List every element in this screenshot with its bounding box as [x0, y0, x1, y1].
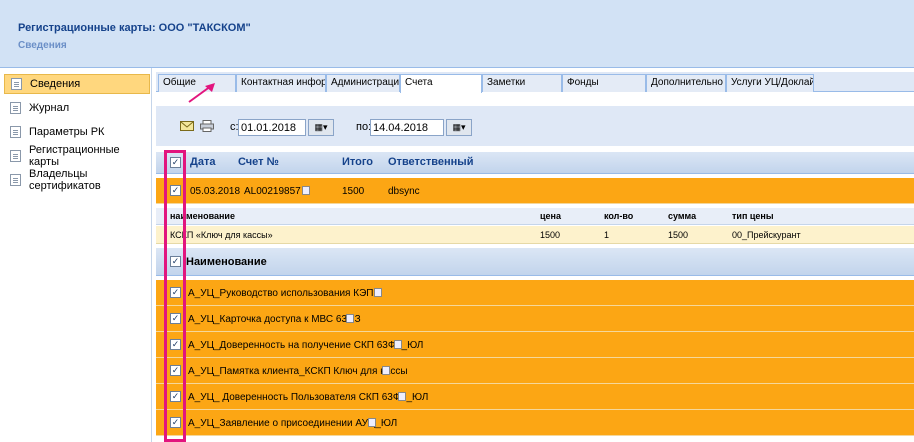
- sidebar-item-cert-owners[interactable]: Владельцы сертификатов: [4, 168, 150, 192]
- column-responsible[interactable]: Ответственный: [388, 156, 473, 168]
- row-date: 05.03.2018: [190, 186, 241, 197]
- page-header: Регистрационные карты: ООО "ТАКСКОМ" Све…: [0, 0, 914, 68]
- sidebar-item-label: Журнал: [29, 102, 70, 114]
- date-to-input[interactable]: [370, 119, 444, 136]
- sidebar: Сведения Журнал Параметры РК Регистрацио…: [0, 68, 152, 442]
- annotation-highlight-box: [164, 150, 186, 442]
- doc-icon: [10, 150, 21, 162]
- list-item[interactable]: ✓ А_УЦ_Заявление о присоединении АУЦ_ЮЛ: [156, 410, 914, 436]
- detail-header: наименование цена кол-во сумма тип цены: [156, 208, 914, 225]
- toolbar: с: ▦▾ по: ▦▾: [156, 106, 914, 146]
- app-root: Регистрационные карты: ООО "ТАКСКОМ" Све…: [0, 0, 914, 442]
- docs-grid-header: ✓ Наименование: [156, 248, 914, 276]
- tab-additional[interactable]: Дополнительно: [646, 74, 726, 92]
- tab-bar: Общие Контактная инфорн Администрация Сч…: [156, 72, 914, 93]
- detail-col-sum: сумма: [668, 211, 697, 221]
- row-total: 1500: [342, 186, 365, 197]
- tab-notes[interactable]: Заметки: [482, 74, 562, 92]
- list-item[interactable]: ✓ А_УЦ_ Доверенность Пользователя СКП 63…: [156, 384, 914, 410]
- print-icon[interactable]: [368, 418, 376, 427]
- print-icon[interactable]: [302, 186, 310, 195]
- arrow-icon: [188, 83, 215, 103]
- doc-name: А_УЦ_Доверенность на получение СКП 63ФЗ_…: [188, 340, 424, 351]
- detail-sum: 1500: [668, 230, 689, 240]
- tab-accounts[interactable]: Счета: [400, 74, 482, 93]
- sidebar-item-label: Владельцы сертификатов: [29, 168, 101, 192]
- date-to-label: по:: [356, 121, 372, 133]
- print-icon[interactable]: [346, 314, 354, 323]
- column-total[interactable]: Итого: [342, 156, 373, 168]
- row-account: AL00219857: [244, 186, 301, 197]
- email-icon[interactable]: [180, 120, 194, 132]
- print-icon[interactable]: [394, 340, 402, 349]
- print-icon[interactable]: [382, 366, 390, 375]
- doc-icon: [10, 126, 21, 138]
- tab-contacts[interactable]: Контактная инфорн: [236, 74, 326, 92]
- tab-administration[interactable]: Администрация: [326, 74, 400, 92]
- tab-services[interactable]: Услуги УЦ/Доклайн: [726, 74, 814, 92]
- sidebar-item-label: Параметры РК: [29, 126, 105, 138]
- print-icon[interactable]: [398, 392, 406, 401]
- sidebar-item-svedeniya[interactable]: Сведения: [4, 74, 150, 94]
- doc-name: А_УЦ_Памятка клиента_КСКП Ключ для кассы: [188, 366, 408, 377]
- sidebar-item-label: Сведения: [30, 78, 81, 90]
- doc-icon: [11, 78, 22, 90]
- list-item[interactable]: ✓ А_УЦ_Памятка клиента_КСКП Ключ для кас…: [156, 358, 914, 384]
- list-item[interactable]: ✓ А_УЦ_Карточка доступа к МВС 63ФЗ: [156, 306, 914, 332]
- table-row[interactable]: ✓ 05.03.2018 AL00219857 1500 dbsync: [156, 178, 914, 204]
- doc-name: А_УЦ_Карточка доступа к МВС 63ФЗ: [188, 314, 361, 325]
- detail-price-type: 00_Прейскурант: [732, 230, 801, 240]
- detail-col-qty: кол-во: [604, 211, 634, 221]
- calendar-icon[interactable]: ▦▾: [308, 119, 334, 136]
- detail-col-price-type: тип цены: [732, 211, 774, 221]
- detail-row[interactable]: КСКП «Ключ для кассы» 1500 1 1500 00_Пре…: [156, 226, 914, 244]
- column-account[interactable]: Счет №: [238, 156, 279, 168]
- list-item[interactable]: ✓ А_УЦ_Доверенность на получение СКП 63Ф…: [156, 332, 914, 358]
- page-subtitle: Сведения: [18, 40, 67, 51]
- sidebar-item-reg-cards[interactable]: Регистрационные карты: [4, 144, 150, 168]
- docs-column-name[interactable]: Наименование: [186, 256, 267, 268]
- sidebar-item-label: Регистрационные карты: [29, 144, 120, 168]
- row-responsible: dbsync: [388, 186, 420, 197]
- column-date[interactable]: Дата: [190, 156, 215, 168]
- tab-funds[interactable]: Фонды: [562, 74, 646, 92]
- sidebar-item-journal[interactable]: Журнал: [4, 98, 150, 118]
- calendar-icon[interactable]: ▦▾: [446, 119, 472, 136]
- doc-name: А_УЦ_Руководство использования КЭП: [188, 288, 374, 299]
- doc-icon: [10, 174, 21, 186]
- detail-qty: 1: [604, 230, 610, 240]
- page-title: Регистрационные карты: ООО "ТАКСКОМ": [18, 22, 251, 34]
- detail-price: 1500: [540, 230, 561, 240]
- doc-icon: [10, 102, 21, 114]
- detail-col-price: цена: [540, 211, 561, 221]
- accounts-grid-header: ✓ Дата Счет № Итого Ответственный: [156, 152, 914, 174]
- print-icon[interactable]: [374, 288, 382, 297]
- doc-name: А_УЦ_Заявление о присоединении АУЦ_ЮЛ: [188, 418, 398, 429]
- print-icon[interactable]: [200, 120, 214, 132]
- list-item[interactable]: ✓ А_УЦ_Руководство использования КЭП: [156, 280, 914, 306]
- sidebar-item-parameters[interactable]: Параметры РК: [4, 122, 150, 142]
- doc-name: А_УЦ_ Доверенность Пользователя СКП 63ФЗ…: [188, 392, 429, 403]
- date-from-input[interactable]: [238, 119, 306, 136]
